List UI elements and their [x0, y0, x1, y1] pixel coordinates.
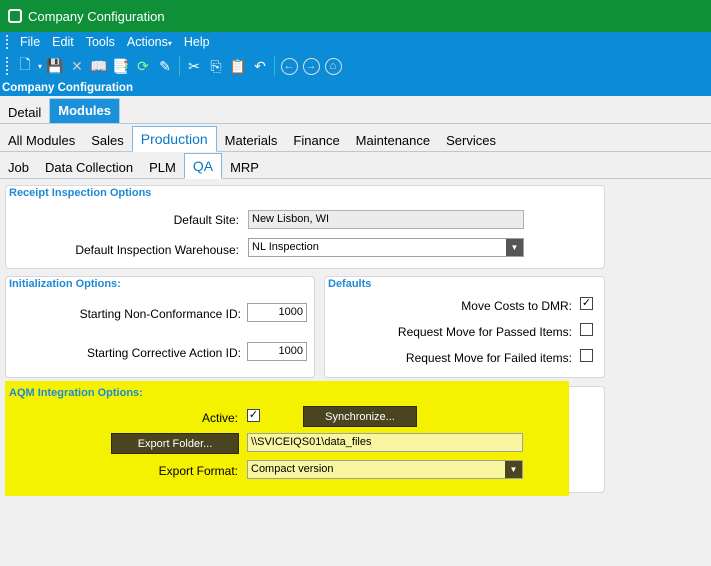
- ncr-id-field[interactable]: 1000: [247, 303, 307, 322]
- tab-finance[interactable]: Finance: [285, 130, 347, 152]
- receipt-inspection-group: Receipt Inspection Options Default Site:…: [5, 185, 605, 269]
- title-bar: Company Configuration: [0, 0, 711, 32]
- paste-icon[interactable]: 📋: [227, 55, 249, 77]
- menu-tools[interactable]: Tools: [80, 35, 121, 49]
- toolbar-separator: [179, 56, 180, 76]
- chevron-down-icon[interactable]: ▼: [505, 461, 522, 478]
- tab-materials[interactable]: Materials: [217, 130, 286, 152]
- initialization-title: Initialization Options:: [9, 278, 121, 290]
- passed-items-label: Request Move for Passed Items:: [397, 325, 572, 339]
- export-format-label: Export Format:: [158, 464, 238, 478]
- attach-icon[interactable]: 📑: [110, 55, 132, 77]
- tab-production[interactable]: Production: [131, 126, 217, 152]
- menu-bar: File Edit Tools Actions▾ Help: [0, 32, 711, 52]
- refresh-icon[interactable]: ⟳: [132, 55, 154, 77]
- tab-sales[interactable]: Sales: [83, 130, 132, 152]
- receipt-inspection-title: Receipt Inspection Options: [9, 187, 152, 199]
- export-folder-button[interactable]: Export Folder...: [111, 433, 239, 454]
- cut-icon[interactable]: ✂: [183, 55, 205, 77]
- export-format-dropdown[interactable]: Compact version ▼: [247, 460, 523, 479]
- tab-data-collection[interactable]: Data Collection: [37, 157, 141, 179]
- home-icon[interactable]: ⌂: [322, 55, 344, 77]
- chevron-down-icon[interactable]: ▼: [506, 239, 523, 256]
- toolbar-separator: [274, 56, 275, 76]
- form-header: Company Configuration: [0, 80, 711, 96]
- toolbar: 🗋 ▾ 💾 ✕ 📖 📑 ⟳ ✎ ✂ ⎘ 📋 ↶ ← → ⌂: [0, 52, 711, 80]
- warehouse-dropdown[interactable]: NL Inspection ▼: [248, 238, 524, 257]
- tab-plm[interactable]: PLM: [141, 157, 184, 179]
- failed-items-checkbox[interactable]: [580, 349, 593, 362]
- synchronize-button[interactable]: Synchronize...: [303, 406, 417, 427]
- export-format-value: Compact version: [251, 463, 334, 475]
- tab-detail[interactable]: Detail: [0, 102, 49, 124]
- defaults-title: Defaults: [328, 278, 372, 290]
- default-site-label: Default Site:: [173, 213, 239, 227]
- save-icon[interactable]: 💾: [44, 55, 66, 77]
- menu-actions[interactable]: Actions▾: [121, 35, 178, 49]
- checkmark-icon: ✓: [581, 297, 592, 309]
- open-book-icon[interactable]: 📖: [88, 55, 110, 77]
- menu-actions-label: Actions: [126, 35, 168, 49]
- menu-file[interactable]: File: [14, 35, 46, 49]
- grip-icon: [6, 35, 10, 49]
- undo-icon[interactable]: ↶: [249, 55, 271, 77]
- app-icon: [8, 9, 22, 23]
- ca-id-label: Starting Corrective Action ID:: [86, 346, 241, 360]
- export-folder-field[interactable]: \\SVICEIQS01\data_files: [247, 433, 523, 452]
- defaults-group: Defaults Move Costs to DMR: ✓ Request Mo…: [324, 276, 605, 378]
- menu-help[interactable]: Help: [178, 35, 216, 49]
- ca-id-field[interactable]: 1000: [247, 342, 307, 361]
- tab-modules[interactable]: Modules: [49, 98, 120, 124]
- move-costs-checkbox[interactable]: ✓: [580, 297, 593, 310]
- aqm-active-checkbox[interactable]: ✓: [247, 409, 260, 422]
- delete-icon[interactable]: ✕: [66, 55, 88, 77]
- new-dropdown-icon[interactable]: ▾: [36, 55, 44, 77]
- checkmark-icon: ✓: [248, 409, 259, 421]
- tab-mrp[interactable]: MRP: [222, 157, 267, 179]
- warehouse-value: NL Inspection: [252, 241, 319, 253]
- passed-items-checkbox[interactable]: [580, 323, 593, 336]
- default-site-field[interactable]: New Lisbon, WI: [248, 210, 524, 229]
- ncr-id-label: Starting Non-Conformance ID:: [79, 307, 241, 321]
- forward-icon[interactable]: →: [300, 55, 322, 77]
- tabs-level-2: All Modules Sales Production Materials F…: [0, 125, 711, 152]
- tab-qa[interactable]: QA: [183, 153, 223, 179]
- tabs-level-1: Detail Modules: [0, 98, 711, 124]
- tabs-level-3: Job Data Collection PLM QA MRP: [0, 153, 711, 179]
- tab-all-modules[interactable]: All Modules: [0, 130, 83, 152]
- menu-edit[interactable]: Edit: [46, 35, 80, 49]
- clear-icon[interactable]: ✎: [154, 55, 176, 77]
- initialization-group: Initialization Options: Starting Non-Con…: [5, 276, 315, 378]
- warehouse-label: Default Inspection Warehouse:: [75, 243, 239, 257]
- failed-items-label: Request Move for Failed items:: [405, 351, 572, 365]
- tab-maintenance[interactable]: Maintenance: [348, 130, 438, 152]
- aqm-title: AQM Integration Options:: [9, 387, 143, 399]
- window-title: Company Configuration: [28, 8, 165, 24]
- new-icon[interactable]: 🗋: [14, 55, 36, 77]
- grip-icon: [6, 57, 10, 75]
- tab-job[interactable]: Job: [0, 157, 37, 179]
- copy-icon[interactable]: ⎘: [205, 55, 227, 77]
- tab-services[interactable]: Services: [438, 130, 504, 152]
- back-icon[interactable]: ←: [278, 55, 300, 77]
- aqm-active-label: Active:: [201, 411, 238, 425]
- move-costs-label: Move Costs to DMR:: [461, 299, 572, 313]
- dropdown-arrow-icon: ▾: [167, 39, 172, 48]
